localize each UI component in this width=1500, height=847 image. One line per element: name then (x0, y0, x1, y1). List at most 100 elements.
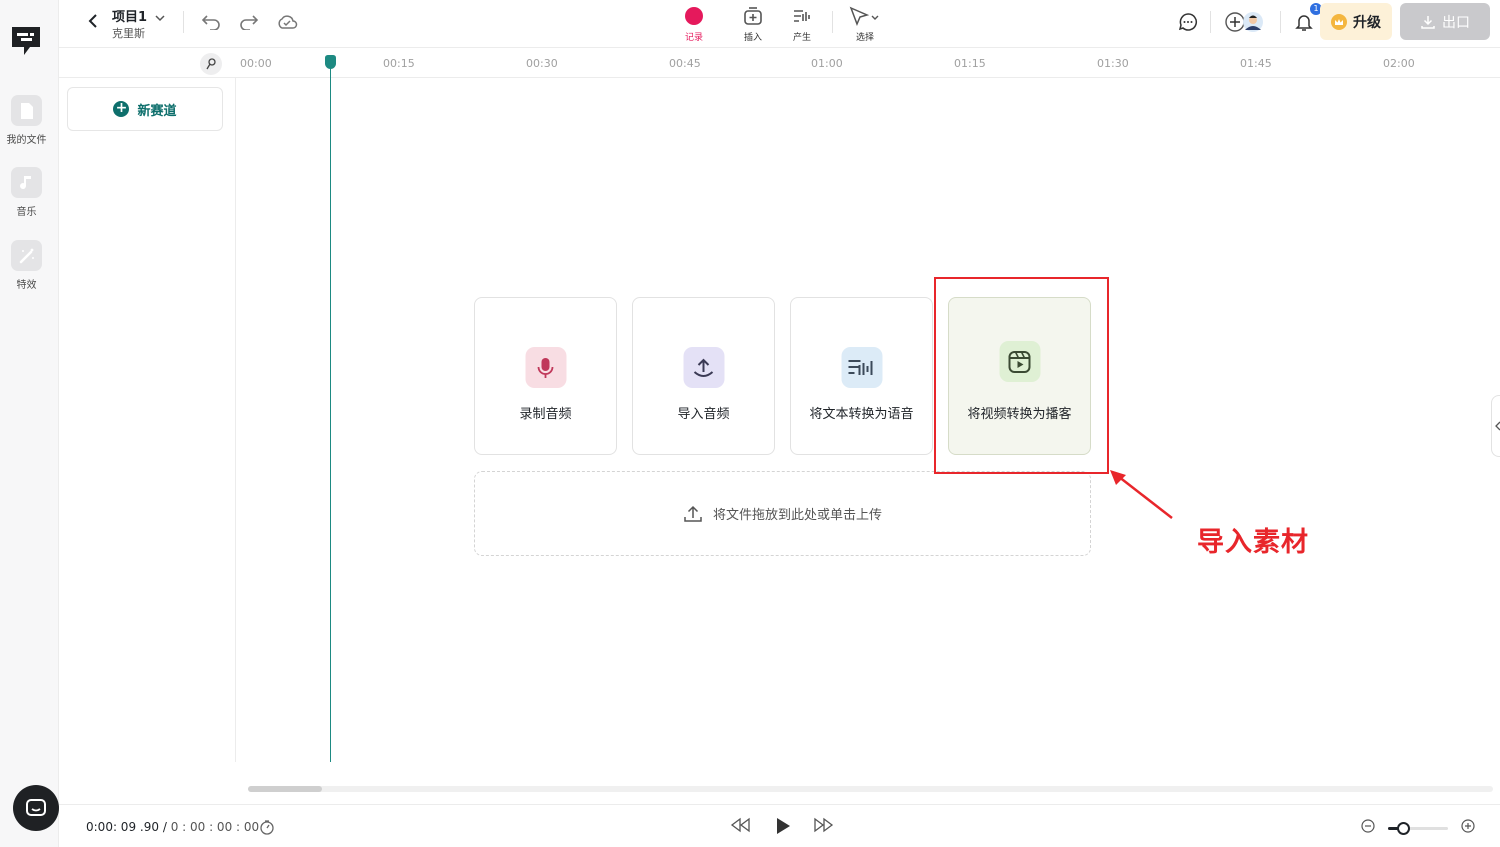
ruler-tick: 00:45 (669, 57, 701, 70)
tool-label: 选择 (855, 33, 874, 43)
chevron-left-icon (88, 14, 97, 28)
scrollbar-thumb[interactable] (248, 786, 322, 792)
divider (1280, 11, 1281, 33)
text-to-speech-icon (841, 347, 882, 388)
fast-forward-button[interactable] (813, 817, 835, 833)
ruler-tick: 00:30 (526, 57, 558, 70)
add-user-icon (1225, 12, 1263, 32)
ruler-tick: 01:15 (954, 57, 986, 70)
time-separator: / (162, 820, 167, 834)
insert-icon (744, 7, 762, 25)
zoom-slider-handle[interactable] (1397, 822, 1410, 835)
rail-item-effects[interactable]: 特效 (0, 240, 53, 291)
total-time: 0 : 00 : 00 : 00 (170, 820, 260, 834)
chevron-down-icon[interactable] (154, 8, 166, 27)
import-audio-card[interactable]: 导入音频 (632, 297, 775, 455)
video-icon (999, 341, 1040, 382)
video-to-podcast-card[interactable]: 将视频转换为播客 (948, 297, 1091, 455)
tool-label: 产生 (792, 33, 811, 43)
upgrade-label: 升级 (1353, 14, 1381, 31)
divider (832, 11, 833, 33)
new-track-button[interactable]: + 新赛道 (67, 87, 223, 131)
ruler-tick: 01:30 (1097, 57, 1129, 70)
ruler-tick: 00:15 (383, 57, 415, 70)
card-label: 将文本转换为语音 (809, 407, 914, 422)
zoom-slider[interactable] (1388, 822, 1448, 835)
tool-record[interactable]: 记录 (674, 5, 714, 43)
zoom-out-icon (1361, 819, 1375, 833)
plus-circle-icon: + (113, 101, 130, 117)
export-button[interactable]: 出口 (1400, 3, 1490, 40)
undo-button[interactable] (200, 11, 222, 33)
playhead-line (330, 64, 331, 762)
playback-bar: 0:00: 09 .90 / 0 : 00 : 00 : 00 (59, 804, 1500, 847)
document-icon (11, 95, 42, 126)
card-label: 将视频转换为播客 (967, 407, 1072, 422)
annotation-arrow-icon (1110, 470, 1173, 519)
ruler-tick: 02:00 (1383, 57, 1415, 70)
cloud-check-icon (278, 15, 298, 29)
bell-icon (1295, 15, 1313, 31)
tool-label: 插入 (743, 33, 762, 43)
magic-wand-icon (11, 240, 42, 271)
back-button[interactable] (83, 10, 103, 32)
music-icon (11, 167, 42, 198)
timeline-scrollbar[interactable] (248, 786, 1493, 792)
support-chat-button[interactable] (13, 785, 59, 831)
app-logo-icon[interactable] (10, 24, 42, 58)
ruler-tick: 00:00 (240, 57, 272, 70)
left-rail: 我的文件 音乐 特效 (0, 0, 59, 847)
upgrade-button[interactable]: 升级 (1320, 3, 1392, 40)
tool-label: 记录 (684, 33, 703, 43)
playhead-handle[interactable] (325, 55, 336, 69)
timer-icon[interactable] (259, 819, 275, 835)
download-icon (1421, 15, 1435, 29)
rail-item-label: 我的文件 (6, 135, 47, 146)
snap-pin-button[interactable] (200, 53, 222, 75)
tool-select[interactable]: 选择 (845, 5, 885, 43)
comment-icon (1178, 13, 1198, 31)
right-panel-toggle[interactable] (1491, 395, 1500, 457)
card-label: 导入音频 (677, 407, 730, 422)
rail-item-music[interactable]: 音乐 (0, 167, 53, 218)
undo-icon (201, 15, 220, 30)
timecode: 0:00: 09 .90 / 0 : 00 : 00 : 00 (86, 820, 259, 834)
rewind-button[interactable] (729, 817, 751, 833)
notifications-button[interactable] (1293, 11, 1315, 33)
add-collaborator-button[interactable] (1224, 11, 1266, 33)
fast-forward-icon (814, 817, 834, 833)
rail-item-label: 音乐 (16, 207, 37, 218)
comments-button[interactable] (1177, 11, 1199, 33)
cloud-save-button[interactable] (276, 11, 298, 33)
generate-icon (794, 10, 810, 22)
upload-icon (684, 505, 702, 522)
card-label: 录制音频 (519, 407, 572, 422)
zoom-in-button[interactable] (1461, 819, 1475, 833)
annotation-label: 导入素材 (1197, 527, 1309, 558)
export-label: 出口 (1442, 14, 1470, 31)
ruler-tick: 01:45 (1240, 57, 1272, 70)
dropzone-label: 将文件拖放到此处或单击上传 (712, 508, 882, 523)
chevron-left-icon (1494, 421, 1500, 431)
chat-icon (26, 799, 46, 816)
divider (183, 11, 184, 33)
timeline-ruler[interactable]: 00:00 00:15 00:30 00:45 01:00 01:15 01:3… (59, 48, 1500, 78)
file-dropzone[interactable]: 将文件拖放到此处或单击上传 (474, 471, 1091, 556)
ruler-tick: 01:00 (811, 57, 843, 70)
zoom-out-button[interactable] (1361, 819, 1375, 833)
upload-icon (683, 347, 724, 388)
track-panel: + 新赛道 (59, 78, 236, 762)
redo-icon (240, 15, 259, 30)
rail-item-my-files[interactable]: 我的文件 (0, 95, 53, 146)
redo-button[interactable] (238, 11, 260, 33)
crown-icon (1331, 13, 1347, 30)
microphone-icon (525, 347, 566, 388)
tool-insert[interactable]: 插入 (733, 5, 773, 43)
tool-generate[interactable]: 产生 (782, 5, 822, 43)
project-subtitle: 克里斯 (112, 27, 145, 40)
project-title[interactable]: 项目1 (112, 6, 147, 25)
play-button[interactable] (773, 816, 793, 836)
record-audio-card[interactable]: 录制音频 (474, 297, 617, 455)
text-to-speech-card[interactable]: 将文本转换为语音 (790, 297, 933, 455)
zoom-in-icon (1461, 819, 1475, 833)
